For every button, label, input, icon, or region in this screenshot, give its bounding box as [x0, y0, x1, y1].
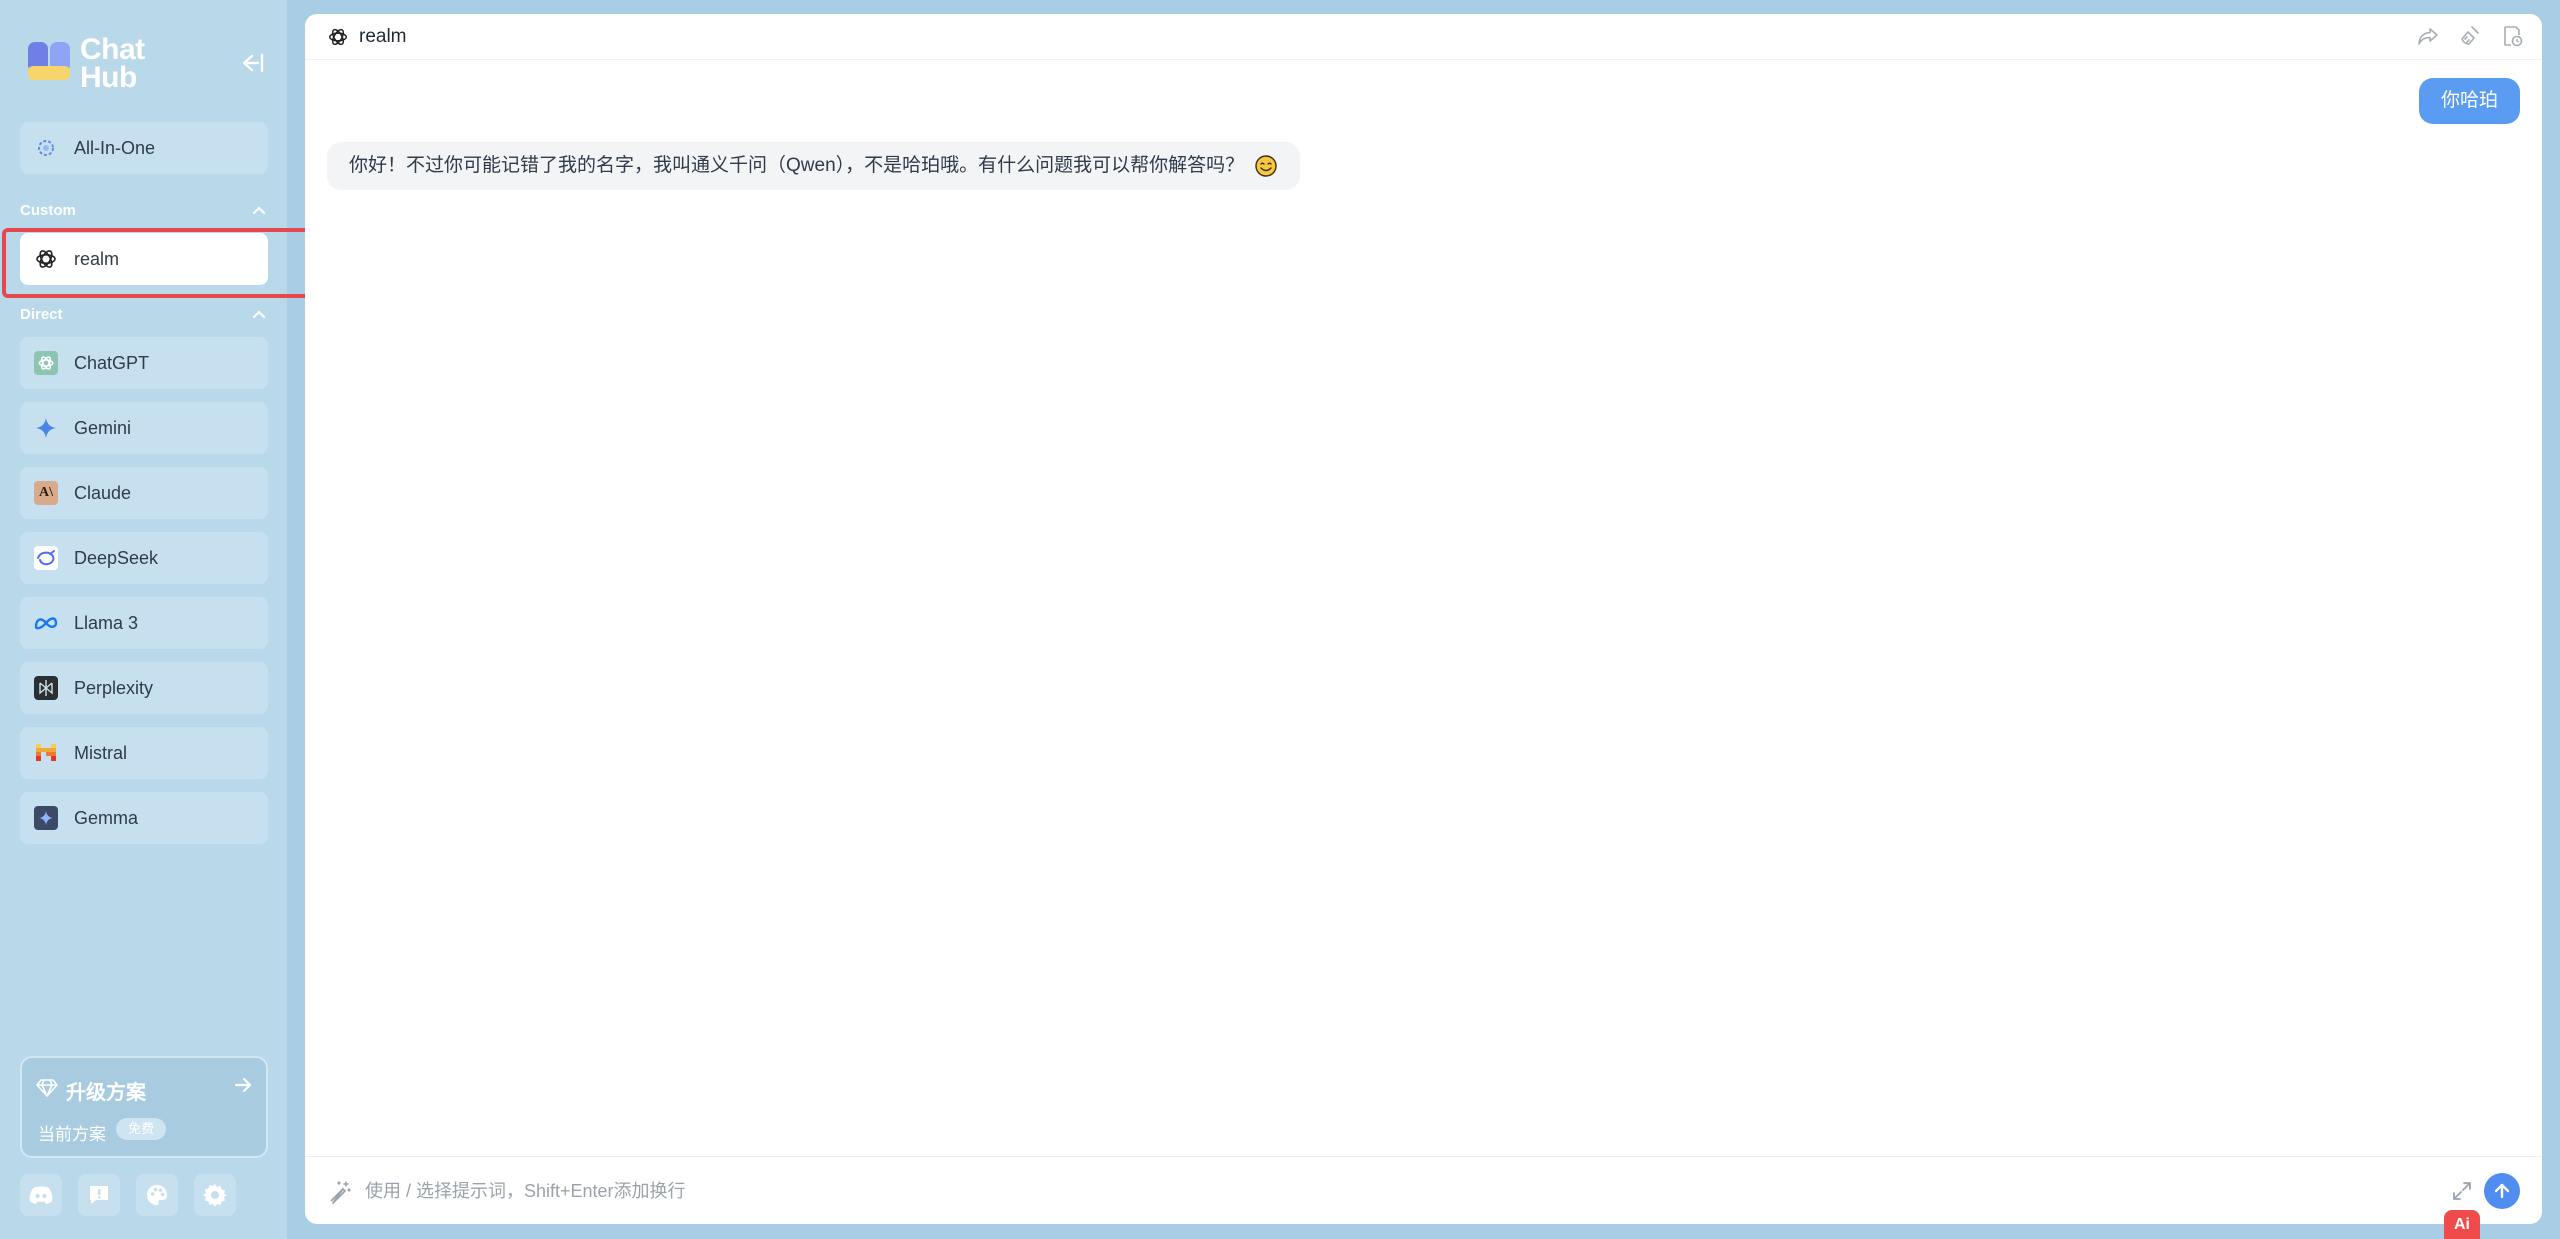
assistant-message-text: 你好！不过你可能记错了我的名字，我叫通义千问（Qwen），不是哈珀哦。有什么问题…	[349, 155, 1245, 176]
user-message: 你哈珀	[2418, 78, 2520, 124]
app-logo[interactable]: Chat Hub	[28, 33, 158, 94]
sidebar-item-llama-3[interactable]: Llama 3	[20, 597, 268, 649]
sidebar-item-deepseek[interactable]: DeepSeek	[20, 532, 268, 584]
assistant-message: 你好！不过你可能记错了我的名字，我叫通义千问（Qwen），不是哈珀哦。有什么问题…	[327, 142, 1301, 190]
feedback-button[interactable]	[78, 1174, 120, 1216]
theme-button[interactable]	[136, 1174, 178, 1216]
gemma-icon	[34, 806, 58, 830]
sidebar-item-perplexity[interactable]: Perplexity	[20, 662, 268, 714]
mistral-icon	[34, 741, 58, 765]
direct-section-header: Direct	[20, 303, 268, 325]
arrow-right-icon	[234, 1077, 252, 1093]
sidebar-item-claude[interactable]: A\ Claude	[20, 467, 268, 519]
smile-emoji-icon	[1255, 155, 1277, 177]
chathub-logo-icon	[28, 42, 70, 80]
diamond-icon	[36, 1079, 58, 1097]
sidebar-item-realm[interactable]: realm	[20, 233, 268, 285]
upgrade-plan-card[interactable]: 升级方案 当前方案 免费	[20, 1056, 268, 1158]
claude-icon: A\	[34, 481, 58, 505]
meta-icon	[34, 611, 58, 635]
sidebar-item-label: Gemini	[74, 417, 132, 438]
magic-wand-icon[interactable]	[327, 1179, 353, 1205]
sidebar-item-label: DeepSeek	[74, 547, 159, 568]
feedback-icon	[90, 1186, 108, 1204]
chatgpt-icon	[34, 351, 58, 375]
discord-button[interactable]	[20, 1174, 62, 1216]
gemini-icon	[34, 416, 58, 440]
custom-section-header: Custom	[20, 199, 268, 221]
sidebar-item-label: Gemma	[74, 807, 139, 828]
header-actions	[2416, 24, 2524, 48]
all-in-one-icon	[34, 136, 58, 160]
clear-chat-icon[interactable]	[2458, 24, 2482, 48]
sidebar-item-all-in-one[interactable]: All-In-One	[20, 122, 268, 174]
openai-icon	[34, 247, 58, 271]
history-icon[interactable]	[2500, 24, 2524, 48]
share-icon[interactable]	[2416, 24, 2440, 48]
arrow-up-icon	[2494, 1183, 2510, 1199]
deepseek-icon	[34, 546, 58, 570]
settings-icon	[203, 1184, 227, 1207]
chevron-up-icon[interactable]	[250, 305, 268, 323]
collapse-left-icon	[242, 53, 264, 73]
send-button[interactable]	[2484, 1173, 2520, 1209]
sidebar-item-label: realm	[74, 248, 120, 269]
openai-icon	[329, 28, 347, 45]
message-input[interactable]	[365, 1175, 2365, 1207]
discord-icon	[29, 1186, 53, 1204]
sidebar-footer	[20, 1174, 236, 1216]
sidebar-item-chatgpt[interactable]: ChatGPT	[20, 337, 268, 389]
sidebar-item-gemma[interactable]: Gemma	[20, 792, 268, 844]
sidebar-item-label: Mistral	[74, 742, 127, 763]
chat-title: realm	[359, 25, 407, 47]
settings-button[interactable]	[194, 1174, 236, 1216]
collapse-sidebar-button[interactable]	[238, 50, 266, 76]
sidebar-item-label: All-In-One	[74, 137, 156, 158]
app-name: Chat Hub	[80, 33, 145, 94]
current-plan-label: 当前方案	[38, 1125, 106, 1144]
expand-icon[interactable]	[2450, 1179, 2474, 1203]
ai-assistant-badge[interactable]: Ai	[2444, 1210, 2480, 1239]
perplexity-icon	[34, 676, 58, 700]
sidebar-item-mistral[interactable]: Mistral	[20, 727, 268, 779]
palette-icon	[147, 1185, 167, 1205]
sidebar-item-gemini[interactable]: Gemini	[20, 402, 268, 454]
sidebar-item-label: Llama 3	[74, 612, 139, 633]
plan-badge: 免费	[116, 1118, 167, 1140]
chevron-up-icon[interactable]	[250, 201, 268, 219]
sidebar: Chat Hub All-In-One Custom realm Direct …	[0, 0, 287, 1239]
upgrade-title: 升级方案	[66, 1082, 146, 1104]
sidebar-item-label: Claude	[74, 482, 132, 503]
chat-header: realm	[305, 14, 2542, 60]
chat-panel: realm 你哈珀 你好！不过你可能记错了我的名字，我叫通义千问（Qwen），不…	[305, 14, 2542, 1224]
sidebar-item-label: Perplexity	[74, 677, 154, 698]
sidebar-item-label: ChatGPT	[74, 352, 150, 373]
composer	[305, 1156, 2542, 1224]
